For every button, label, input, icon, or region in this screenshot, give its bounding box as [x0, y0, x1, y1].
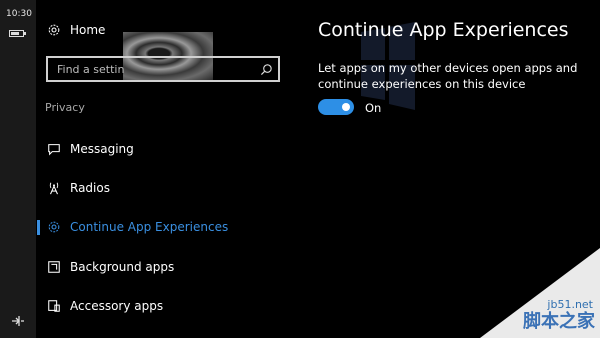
page-title: Continue App Experiences — [318, 19, 569, 41]
nav-home-label: Home — [70, 23, 106, 37]
message-icon — [46, 141, 62, 157]
search-input[interactable]: Find a settin — [46, 56, 280, 82]
background-apps-icon — [46, 259, 62, 275]
nav-item-background-apps[interactable]: Background apps — [36, 253, 286, 281]
nav-item-messaging[interactable]: Messaging — [36, 135, 286, 163]
nav-item-radios[interactable]: Radios — [36, 174, 286, 202]
continue-experiences-toggle[interactable] — [318, 99, 354, 115]
nav-item-label: Radios — [70, 181, 110, 195]
watermark-name: 脚本之家 — [523, 311, 595, 332]
clock: 10:30 — [6, 9, 32, 19]
accessory-apps-icon — [46, 298, 62, 314]
radio-tower-icon — [46, 180, 62, 196]
nav-item-label: Continue App Experiences — [70, 220, 229, 234]
search-placeholder: Find a settin — [57, 63, 125, 76]
nav-item-label: Messaging — [70, 142, 134, 156]
toggle-knob — [342, 103, 350, 111]
setting-description: Let apps on my other devices open apps a… — [318, 61, 578, 91]
status-rail: 10:30 — [0, 0, 36, 338]
section-privacy: Privacy — [45, 101, 85, 114]
settings-nav: Home Find a settin Privacy Messaging Rad… — [36, 0, 298, 338]
nav-item-accessory-apps[interactable]: Accessory apps — [36, 292, 286, 320]
nav-item-continue-app-experiences[interactable]: Continue App Experiences — [36, 213, 286, 241]
selection-indicator — [37, 220, 40, 235]
nav-item-label: Accessory apps — [70, 299, 164, 313]
battery-icon — [9, 30, 26, 37]
gear-icon — [46, 22, 62, 38]
nav-item-label: Background apps — [70, 260, 175, 274]
site-watermark: jb51.net 脚本之家 — [480, 248, 600, 338]
back-arrows-icon[interactable] — [10, 313, 26, 329]
gear-icon — [46, 219, 62, 235]
search-icon[interactable] — [260, 63, 273, 76]
toggle-state-label: On — [365, 101, 382, 115]
